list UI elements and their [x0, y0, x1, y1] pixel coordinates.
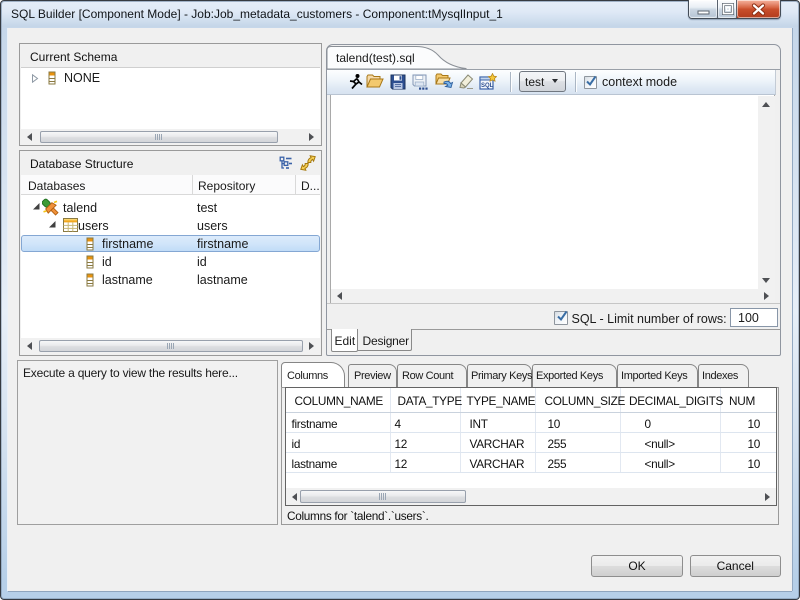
svg-text:SQL: SQL — [481, 83, 494, 89]
